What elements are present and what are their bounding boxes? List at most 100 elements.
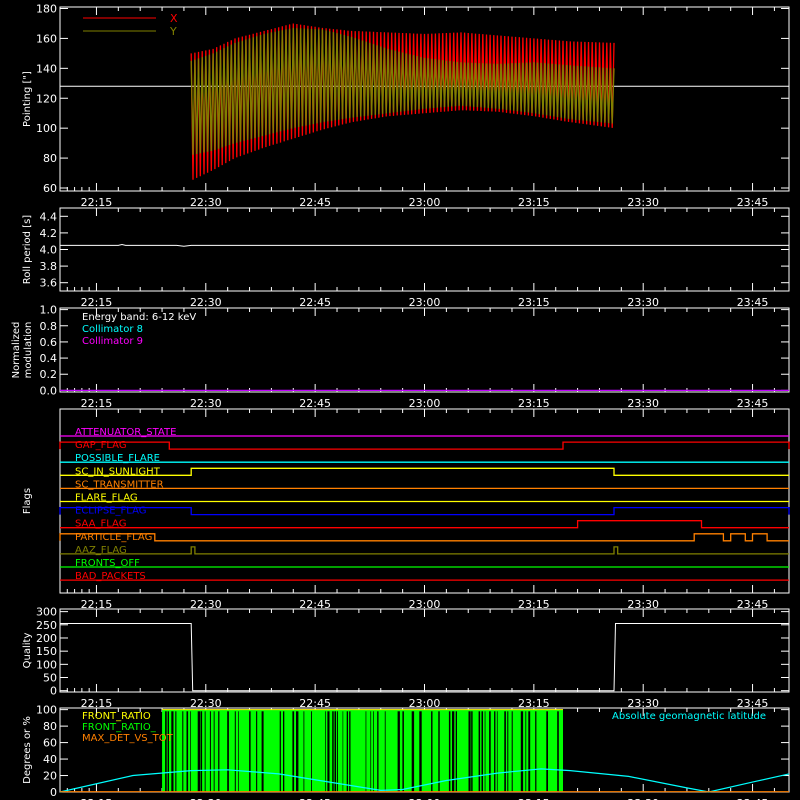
front-ratio-gap [419,711,422,792]
front-ratio-gap [342,711,344,792]
flag-label-particle-flag: PARTICLE_FLAG [75,532,152,543]
pointing-time-label: 23:00 [409,196,441,209]
front-ratio-gap [494,711,496,792]
quality-y-tick-label: 200 [36,632,57,645]
ratios-ylabel: Degrees or % [22,716,33,784]
ratios-legend-label: MAX_DET_VS_TOT [82,733,174,744]
flag-label-sc-transmitter: SC_TRANSMITTER [75,479,164,490]
pointing-y-tick-label: 80 [43,152,57,165]
front-ratio-gap [171,711,174,792]
quality-ylabel: Quality [22,633,33,669]
ratios-y-tick-label: 20 [43,770,57,783]
roll-ylabel: Roll period [s] [22,215,33,284]
legend-label-y: Y [169,25,177,38]
front-ratio-gap [528,711,531,792]
roll-time-label: 22:30 [190,296,222,309]
modulation-time-label: 23:00 [409,397,441,410]
pointing-ylabel: Pointing ["] [22,71,33,127]
front-ratio-gap [296,711,299,792]
front-ratio-gap [455,711,457,792]
front-ratio-gap [234,711,236,792]
flag-label-sc-in-sunlight: SC_IN_SUNLIGHT [75,466,161,477]
front-ratio-gap [384,711,386,792]
front-ratio-gap [283,711,285,792]
rhessi-quicklook-chart: 22:15 22:30 22:45 23:00 23:15 23:30 23:45 60 80 1… [0,0,800,800]
front-ratio-gap [256,711,258,792]
front-ratio-gap [377,711,379,792]
ratios-y-tick-label: 40 [43,753,57,766]
pointing-time-label: 23:15 [518,196,550,209]
front-ratio-gap [213,711,215,792]
flag-label-attenuator-state: ATTENUATOR_STATE [75,427,176,438]
front-ratio-gap [468,711,471,792]
ratios-legend-label: FRONT_RATIO_ [82,722,157,733]
front-ratio-gap [478,711,481,792]
front-ratio-gap [557,711,559,792]
front-ratio-gap [279,711,281,792]
pointing-y-tick-label: 60 [43,182,57,195]
flag-label-aaz-flag: AAZ_FLAG [75,545,127,556]
quality-y-tick-label: 50 [43,672,57,685]
pointing-y-tick-label: 180 [36,2,57,15]
pointing-time-label: 22:15 [81,196,113,209]
front-ratio-gap [182,711,184,792]
flag-label-flare-flag: FLARE_FLAG [75,493,138,504]
pointing-time-label: 22:45 [299,196,331,209]
front-ratio-gap [525,711,527,792]
front-ratio-gap [496,711,498,792]
front-ratio-gap [261,711,264,792]
modulation-y-tick-label: 0.4 [40,352,58,365]
front-ratio-gap [209,711,211,792]
front-ratio-gap [165,711,167,792]
modulation-time-label: 22:45 [299,397,331,410]
background [0,0,800,800]
front-ratio-gap [327,711,330,792]
roll-time-label: 22:45 [299,296,331,309]
front-ratio-gap [511,711,513,792]
front-ratio-gap [481,711,483,792]
pointing-y-tick-label: 100 [36,122,57,135]
flags-ylabel: Flags [22,488,33,514]
front-ratio-gap [431,711,433,792]
front-ratio-gap [489,711,491,792]
pointing-y-tick-label: 140 [36,62,57,75]
modulation-ylabel: modulation [23,322,34,379]
modulation-time-label: 23:30 [627,397,659,410]
front-ratio-gap [471,711,473,792]
ratios-y-tick-label: 80 [43,720,57,733]
front-ratio-gap [504,711,506,792]
roll-time-label: 23:30 [627,296,659,309]
modulation-time-label: 22:15 [81,397,113,410]
front-ratio-gap [332,711,334,792]
front-ratio-gap [336,711,338,792]
front-ratio-green-band [162,709,564,792]
front-ratio-gap [227,711,229,792]
quality-y-tick-label: 0 [50,685,57,698]
roll-time-label: 23:45 [737,296,769,309]
front-ratio-gap [365,711,367,792]
front-ratio-gap [484,711,486,792]
flag-label-saa-flag: SAA_FLAG [75,519,126,530]
modulation-y-tick-label: 0.0 [40,384,58,397]
front-ratio-gap [546,711,548,792]
pointing-time-label: 22:30 [190,196,222,209]
pointing-time-label: 23:30 [627,196,659,209]
roll-y-tick-label: 4.2 [40,227,58,240]
front-ratio-gap [311,711,312,792]
modulation-time-label: 22:30 [190,397,222,410]
ratios-y-tick-label: 100 [36,704,57,717]
modulation-ylabel: Normalized [11,322,22,379]
front-ratio-gap [346,711,348,792]
front-ratio-gap [249,711,251,792]
roll-y-tick-label: 4.0 [40,244,58,257]
front-ratio-gap [292,711,295,792]
modulation-annotation: Energy band: 6-12 keV [82,312,196,323]
front-ratio-gap [186,711,189,792]
quality-y-tick-label: 100 [36,658,57,671]
quality-y-tick-label: 150 [36,645,57,658]
front-ratio-gap [303,711,305,792]
roll-time-label: 23:00 [409,296,441,309]
modulation-y-tick-label: 0.2 [40,368,58,381]
flag-label-possible-flare: POSSIBLE_FLARE [75,453,160,464]
ratios-y-tick-label: 60 [43,737,57,750]
